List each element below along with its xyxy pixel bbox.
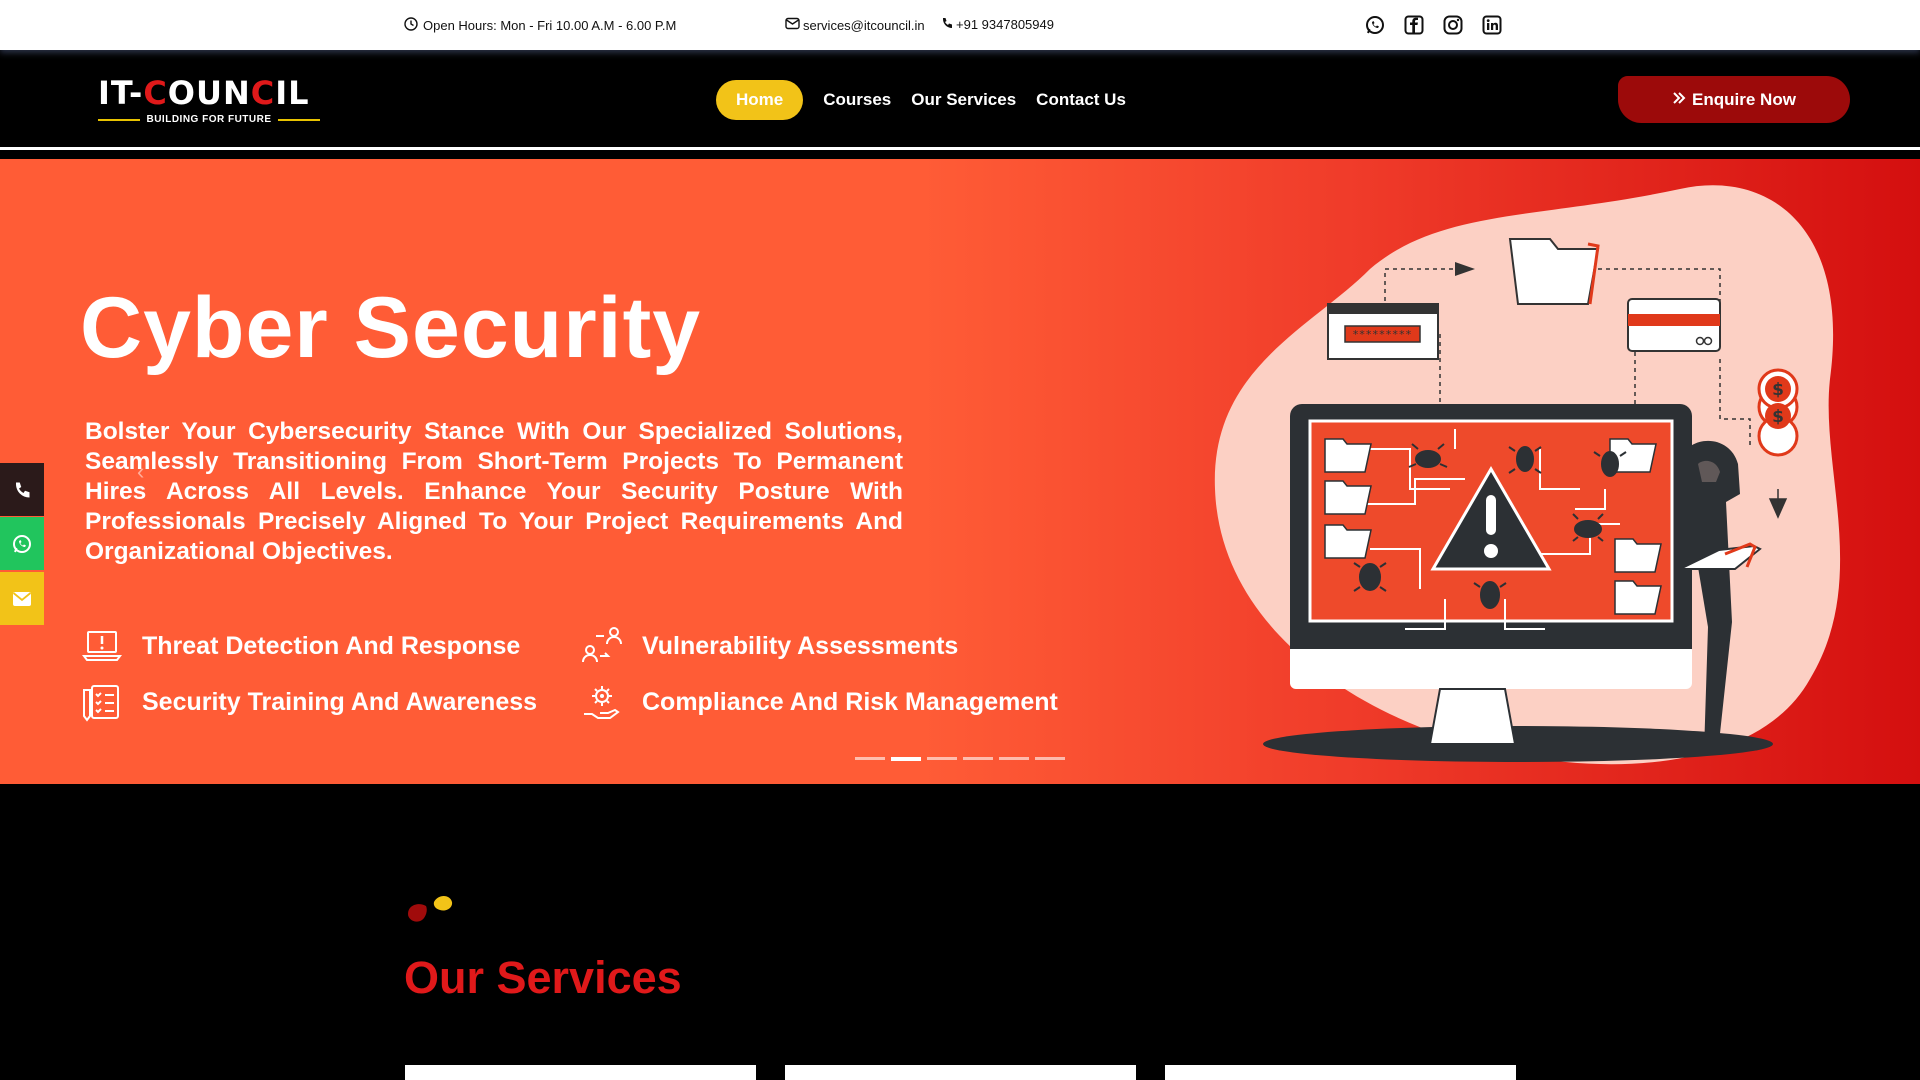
checklist-icon [83, 685, 119, 722]
services-section: Our Services [0, 784, 1920, 1080]
phone-icon [941, 17, 953, 32]
nav-menu: Home Courses Our Services Contact Us [716, 80, 1126, 120]
logo-tagline: BUILDING FOR FUTURE [98, 114, 321, 125]
coin-stack: $ $ [1757, 368, 1799, 457]
feature-label: Security Training And Awareness [142, 687, 538, 716]
logo-wordmark: IT-COUNCIL [98, 74, 310, 112]
instagram-icon[interactable] [1442, 14, 1464, 36]
feature-compliance-risk: Compliance And Risk Management [580, 680, 1058, 724]
slider-dot[interactable] [1035, 757, 1065, 760]
slider-pagination [855, 757, 1065, 761]
password-mask-text: ********* [1352, 328, 1412, 341]
email-text[interactable]: services@itcouncil.in [803, 18, 925, 33]
clock-icon [404, 17, 418, 34]
decorative-drops-icon [408, 896, 453, 922]
phone-link[interactable]: +91 9347805949 [941, 17, 1054, 32]
hero-description: Bolster Your Cybersecurity Stance With O… [85, 418, 903, 565]
feature-threat-detection: Threat Detection And Response [80, 624, 520, 668]
feature-security-training: Security Training And Awareness [80, 680, 537, 724]
phone-icon [16, 482, 30, 497]
slider-dot[interactable] [855, 757, 885, 760]
slider-dot-active[interactable] [891, 757, 921, 761]
service-card[interactable] [1165, 1065, 1516, 1080]
top-info-bar: Open Hours: Mon - Fri 10.00 A.M - 6.00 P… [0, 0, 1920, 50]
feature-vulnerability-assessments: Vulnerability Assessments [580, 624, 958, 668]
hero-slider: Cyber Security ‹ Bolster Your Cybersecur… [0, 159, 1920, 784]
facebook-icon[interactable] [1403, 14, 1425, 36]
double-chevron-right-icon [1672, 90, 1686, 110]
social-links [1364, 14, 1503, 36]
service-card[interactable] [405, 1065, 756, 1080]
whatsapp-icon [13, 534, 31, 553]
open-hours-text: Open Hours: Mon - Fri 10.00 A.M - 6.00 P… [423, 18, 677, 33]
svg-text:$: $ [1772, 380, 1784, 400]
site-logo[interactable]: IT-COUNCIL BUILDING FOR FUTURE [98, 74, 321, 126]
nav-item-courses[interactable]: Courses [823, 80, 891, 120]
cyber-security-illustration: ********* $ $ [1214, 185, 1841, 765]
whatsapp-icon[interactable] [1364, 14, 1386, 36]
hero-title: Cyber Security [80, 280, 702, 376]
nav-item-contact-us[interactable]: Contact Us [1036, 80, 1126, 120]
phone-text[interactable]: +91 9347805949 [956, 17, 1054, 32]
open-hours: Open Hours: Mon - Fri 10.00 A.M - 6.00 P… [404, 17, 676, 34]
email-link[interactable]: services@itcouncil.in [785, 17, 925, 33]
floating-whatsapp-button[interactable] [0, 517, 44, 570]
hand-gear-icon [584, 686, 620, 719]
floating-email-button[interactable] [0, 572, 44, 625]
people-network-icon [582, 627, 622, 663]
feature-label: Compliance And Risk Management [642, 687, 1058, 716]
nav-item-home[interactable]: Home [716, 80, 804, 120]
enquire-now-label: Enquire Now [1692, 89, 1796, 109]
service-card[interactable] [785, 1065, 1136, 1080]
slider-dot[interactable] [999, 757, 1029, 760]
slider-dot[interactable] [927, 757, 957, 760]
envelope-icon [12, 591, 32, 606]
services-heading: Our Services [404, 952, 682, 1003]
main-navbar: IT-COUNCIL BUILDING FOR FUTURE Home Cour… [0, 50, 1920, 150]
enquire-now-button[interactable]: Enquire Now [1618, 76, 1850, 123]
nav-item-our-services[interactable]: Our Services [911, 80, 1016, 120]
linkedin-icon[interactable] [1481, 14, 1503, 36]
envelope-icon [785, 17, 800, 33]
svg-text:$: $ [1772, 407, 1784, 427]
slider-dot[interactable] [963, 757, 993, 760]
laptop-alert-icon [82, 631, 122, 661]
feature-label: Threat Detection And Response [142, 631, 521, 660]
feature-label: Vulnerability Assessments [642, 631, 959, 660]
floating-call-button[interactable] [0, 463, 44, 516]
